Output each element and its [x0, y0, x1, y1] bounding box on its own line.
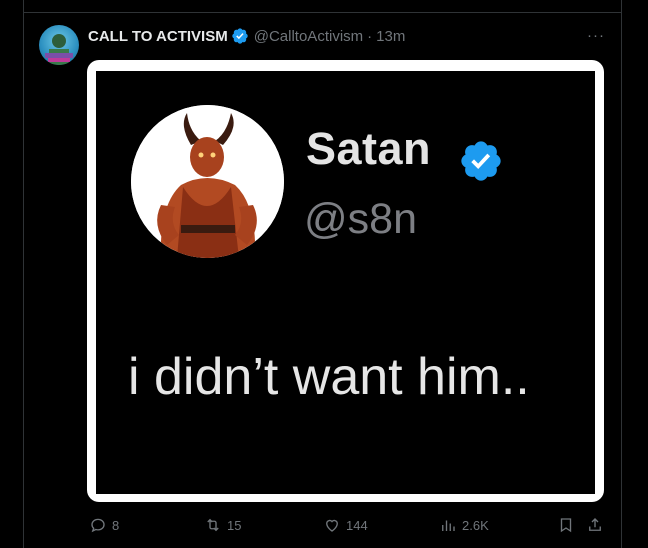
embedded-post-text: i didn’t want him..	[128, 348, 530, 406]
embedded-post: Satan @s8n i didn’t want him..	[96, 71, 595, 494]
tweet-media[interactable]: Satan @s8n i didn’t want him..	[87, 60, 604, 502]
tweet-header: CALL TO ACTIVISM @CalltoActivism · 13m	[88, 27, 405, 45]
view-count: 2.6K	[462, 517, 489, 533]
like-button[interactable]: 144	[323, 516, 368, 534]
like-count: 144	[346, 517, 368, 533]
repost-icon	[207, 518, 219, 532]
satan-avatar	[131, 105, 284, 258]
embedded-verified-badge-icon	[461, 141, 501, 181]
author-handle[interactable]: @CalltoActivism	[254, 28, 363, 45]
tweet-timestamp[interactable]: 13m	[376, 28, 405, 45]
analytics-icon	[442, 520, 455, 531]
tweet-divider	[23, 12, 621, 13]
author-avatar[interactable]	[39, 25, 79, 65]
reply-button[interactable]: 8	[89, 516, 119, 534]
more-horizontal-icon[interactable]: ···	[587, 27, 605, 44]
author-name[interactable]: CALL TO ACTIVISM	[88, 28, 228, 45]
repost-button[interactable]: 15	[204, 516, 241, 534]
repost-count: 15	[227, 517, 242, 533]
header-separator: ·	[367, 27, 373, 45]
tweet-action-bar: 8 15 144 2.6K	[0, 508, 648, 542]
heart-icon	[326, 519, 338, 532]
views-button[interactable]: 2.6K	[439, 516, 489, 534]
bookmark-button[interactable]	[557, 516, 580, 534]
bookmark-icon	[560, 518, 572, 533]
reply-count: 8	[112, 517, 120, 533]
share-icon	[589, 518, 601, 531]
timeline-right-border	[621, 0, 622, 548]
reply-icon	[91, 518, 105, 533]
verified-badge-icon	[232, 28, 248, 44]
embedded-author-handle: @s8n	[304, 195, 417, 243]
timeline-left-border	[23, 0, 24, 548]
share-button[interactable]	[586, 516, 609, 534]
embedded-author-name: Satan	[306, 123, 432, 174]
